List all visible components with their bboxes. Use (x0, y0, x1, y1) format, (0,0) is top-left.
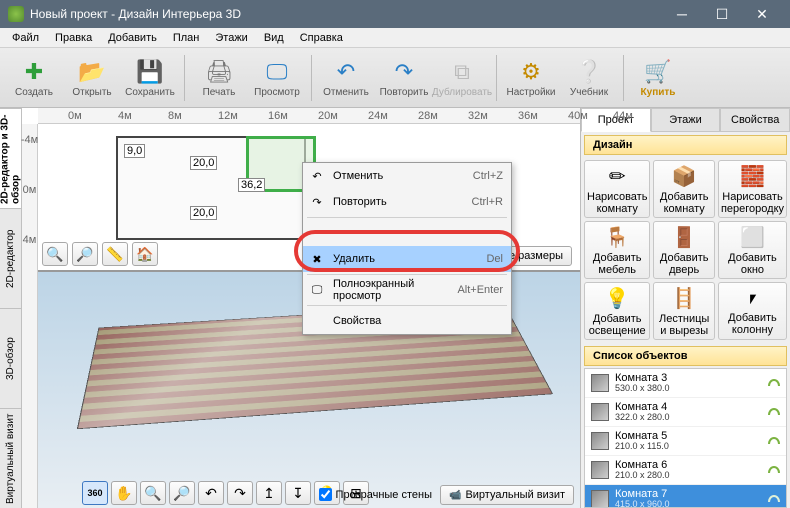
measure-2d[interactable]: 📏 (102, 242, 128, 266)
undo-icon: ↶ (332, 58, 360, 86)
print-icon: 🖨 (205, 58, 233, 86)
toolbar-dup-button[interactable]: ⧉Дублировать (434, 51, 490, 105)
room-area-label: 20,0 (190, 206, 217, 220)
object-row[interactable]: Комната 7415.0 x 960.0 (585, 485, 786, 508)
menu-вид[interactable]: Вид (256, 30, 292, 46)
maximize-button[interactable]: ☐ (702, 0, 742, 28)
ctx-Повторить[interactable]: ↷ПовторитьCtrl+R (303, 189, 511, 215)
design-btn-Лестницы-и-вырезы[interactable]: 🪜Лестницы и вырезы (653, 282, 715, 340)
menu-файл[interactable]: Файл (4, 30, 47, 46)
design-btn-Добавить-дверь[interactable]: 🚪Добавить дверь (653, 221, 715, 279)
home-2d[interactable]: 🏠 (132, 242, 158, 266)
view360-button[interactable]: 360 (82, 481, 108, 505)
room-area-label: 20,0 (190, 156, 217, 170)
object-icon (591, 374, 609, 392)
ctx-Удалить[interactable]: ✖УдалитьDel (303, 246, 511, 272)
toolbar-open-button[interactable]: 📂Открыть (64, 51, 120, 105)
room-area-label: 36,2 (238, 178, 265, 192)
object-icon (591, 461, 609, 479)
design-btn-Добавить-мебель[interactable]: 🪑Добавить мебель (584, 221, 650, 279)
pan-3d[interactable]: ✋ (111, 481, 137, 505)
toolbar-tutorial-button[interactable]: ❔Учебник (561, 51, 617, 105)
visibility-icon[interactable] (768, 466, 780, 473)
design-btn-Добавить-колонну[interactable]: ⎖Добавить колонну (718, 282, 787, 340)
object-icon (591, 490, 609, 508)
toolbar-save-button[interactable]: 💾Сохранить (122, 51, 178, 105)
toolbar-undo-button[interactable]: ↶Отменить (318, 51, 374, 105)
tilt-down-3d[interactable]: ↧ (285, 481, 311, 505)
object-row[interactable]: Комната 5210.0 x 115.0 (585, 427, 786, 456)
ctx-Отменить[interactable]: ↶ОтменитьCtrl+Z (303, 163, 511, 189)
toolbar-view-button[interactable]: 🖵Просмотр (249, 51, 305, 105)
ctx-Свойства[interactable]: Свойства (303, 308, 511, 334)
view-icon: 🖵 (263, 58, 291, 86)
minimize-button[interactable]: ─ (662, 0, 702, 28)
rotate-left-3d[interactable]: ↶ (198, 481, 224, 505)
rotate-right-3d[interactable]: ↷ (227, 481, 253, 505)
toolbar-print-button[interactable]: 🖨Печать (191, 51, 247, 105)
object-icon (591, 403, 609, 421)
tutorial-icon: ❔ (575, 58, 603, 86)
room-area-label: 9,0 (124, 144, 145, 158)
side-tab-3[interactable]: Виртуальный визит (0, 408, 21, 508)
right-tab-Этажи[interactable]: Этажи (651, 108, 721, 132)
object-row[interactable]: Комната 4322.0 x 280.0 (585, 398, 786, 427)
menu-справка[interactable]: Справка (292, 30, 351, 46)
zoom-out-3d[interactable]: 🔎 (169, 481, 195, 505)
ctx-Полноэкранный просмотр[interactable]: 🖵Полноэкранный просмотрAlt+Enter (303, 277, 511, 303)
toolbar-create-button[interactable]: ✚Создать (6, 51, 62, 105)
object-icon (591, 432, 609, 450)
objects-section-header: Список объектов (584, 346, 787, 366)
visibility-icon[interactable] (768, 379, 780, 386)
side-tab-1[interactable]: 2D-редактор (0, 208, 21, 308)
ctx-item[interactable] (303, 220, 511, 246)
toolbar-buy-button[interactable]: 🛒Купить (630, 51, 686, 105)
visibility-icon[interactable] (768, 495, 780, 502)
menu-добавить[interactable]: Добавить (100, 30, 165, 46)
app-icon (8, 6, 24, 22)
visibility-icon[interactable] (768, 408, 780, 415)
close-button[interactable]: ✕ (742, 0, 782, 28)
open-icon: 📂 (78, 58, 106, 86)
floorplan[interactable]: 9,0 20,0 36,2 20,0 (116, 136, 306, 240)
design-btn-Нарисовать-комнату[interactable]: ✏Нарисовать комнату (584, 160, 650, 218)
object-row[interactable]: Комната 6210.0 x 280.0 (585, 456, 786, 485)
virtual-visit-button[interactable]: 📹 Виртуальный визит (440, 485, 574, 505)
side-tab-2[interactable]: 3D-обзор (0, 308, 21, 408)
visibility-icon[interactable] (768, 437, 780, 444)
dup-icon: ⧉ (448, 58, 476, 86)
tilt-up-3d[interactable]: ↥ (256, 481, 282, 505)
transparent-walls-checkbox[interactable]: Прозрачные стены (319, 488, 432, 501)
redo-icon: ↷ (390, 58, 418, 86)
side-tab-0[interactable]: 2D-редактор и 3D-обзор (0, 108, 21, 208)
buy-icon: 🛒 (644, 58, 672, 86)
ruler-horizontal: 0м4м8м12м16м20м24м28м32м36м40м44м (38, 108, 580, 124)
design-btn-Добавить-окно[interactable]: ⬜Добавить окно (718, 221, 787, 279)
menu-этажи[interactable]: Этажи (207, 30, 255, 46)
design-btn-Добавить-комнату[interactable]: 📦Добавить комнату (653, 160, 715, 218)
save-icon: 💾 (136, 58, 164, 86)
ruler-vertical: -4м0м4м (22, 124, 38, 508)
right-tab-Свойства[interactable]: Свойства (720, 108, 790, 132)
zoom-in-3d[interactable]: 🔍 (140, 481, 166, 505)
toolbar-redo-button[interactable]: ↷Повторить (376, 51, 432, 105)
context-menu: ↶ОтменитьCtrl+Z↷ПовторитьCtrl+R ✖УдалитьD… (302, 162, 512, 335)
window-title: Новый проект - Дизайн Интерьера 3D (30, 7, 662, 21)
design-btn-Нарисовать-перегородку[interactable]: 🧱Нарисовать перегородку (718, 160, 787, 218)
settings-icon: ⚙ (517, 58, 545, 86)
object-row[interactable]: Комната 3530.0 x 380.0 (585, 369, 786, 398)
toolbar-settings-button[interactable]: ⚙Настройки (503, 51, 559, 105)
zoom-out-2d[interactable]: 🔎 (72, 242, 98, 266)
design-section-header: Дизайн (584, 135, 787, 155)
menu-правка[interactable]: Правка (47, 30, 100, 46)
design-btn-Добавить-освещение[interactable]: 💡Добавить освещение (584, 282, 650, 340)
create-icon: ✚ (20, 58, 48, 86)
menu-план[interactable]: План (165, 30, 208, 46)
zoom-in-2d[interactable]: 🔍 (42, 242, 68, 266)
